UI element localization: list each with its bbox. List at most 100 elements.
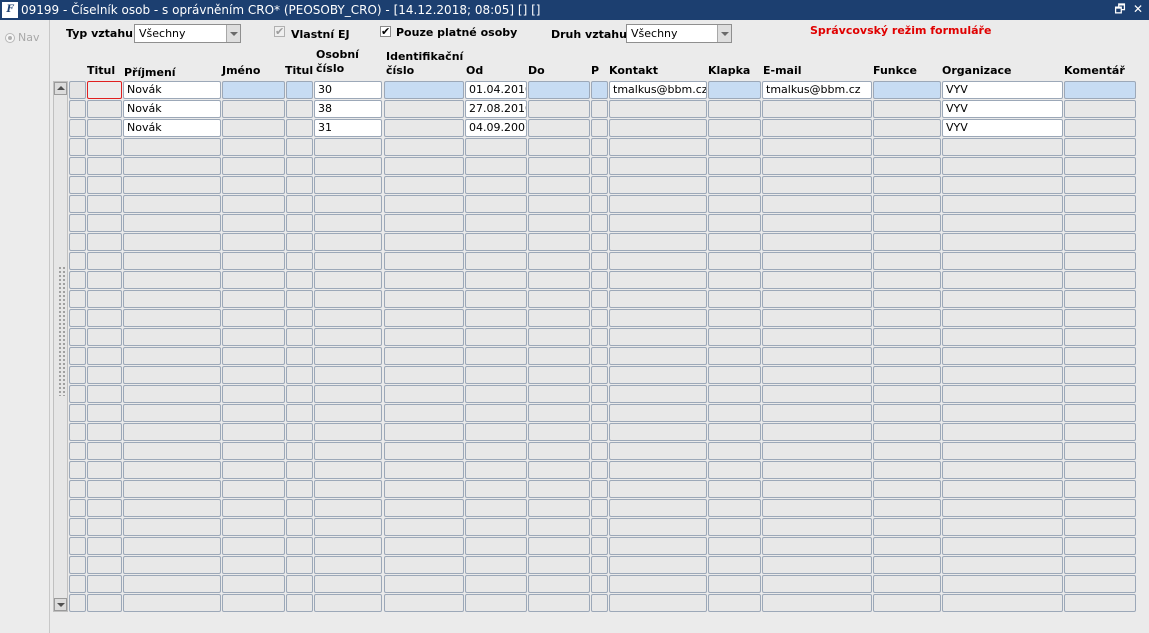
funkce-cell[interactable]	[873, 138, 941, 156]
record-selector[interactable]	[69, 594, 86, 612]
prijmeni-cell[interactable]	[123, 214, 221, 232]
titul-cell[interactable]	[87, 347, 122, 365]
funkce-cell[interactable]	[873, 176, 941, 194]
funkce-cell[interactable]	[873, 233, 941, 251]
titul-cell[interactable]	[87, 366, 122, 384]
identifikacni-cislo-cell[interactable]	[384, 575, 464, 593]
email-cell[interactable]	[762, 575, 872, 593]
osobni-cislo-cell[interactable]	[314, 556, 382, 574]
druh-vztahu-select[interactable]: Všechny	[626, 24, 732, 43]
titul-2-cell[interactable]	[286, 442, 313, 460]
prijmeni-cell[interactable]	[123, 176, 221, 194]
identifikacni-cislo-cell[interactable]	[384, 404, 464, 422]
komentar-cell[interactable]	[1064, 537, 1136, 555]
do-cell[interactable]	[528, 138, 590, 156]
titul-2-cell[interactable]	[286, 119, 313, 137]
funkce-cell[interactable]	[873, 461, 941, 479]
record-selector[interactable]	[69, 157, 86, 175]
table-row[interactable]	[69, 442, 1136, 461]
record-selector[interactable]	[69, 347, 86, 365]
osobni-cislo-cell[interactable]	[314, 461, 382, 479]
nav-radio[interactable]: Nav	[5, 31, 39, 44]
record-selector[interactable]	[69, 309, 86, 327]
klapka-cell[interactable]	[708, 138, 761, 156]
jmeno-cell[interactable]	[222, 214, 285, 232]
kontakt-cell[interactable]	[609, 100, 707, 118]
klapka-cell[interactable]	[708, 100, 761, 118]
p-cell[interactable]	[591, 290, 608, 308]
email-cell[interactable]	[762, 271, 872, 289]
organizace-cell[interactable]	[942, 271, 1063, 289]
p-cell[interactable]	[591, 347, 608, 365]
p-cell[interactable]	[591, 252, 608, 270]
organizace-cell[interactable]	[942, 366, 1063, 384]
identifikacni-cislo-cell[interactable]	[384, 176, 464, 194]
od-cell[interactable]: 27.08.2010	[465, 100, 527, 118]
prijmeni-cell[interactable]	[123, 366, 221, 384]
kontakt-cell[interactable]: tmalkus@bbm.cz	[609, 81, 707, 99]
komentar-cell[interactable]	[1064, 271, 1136, 289]
do-cell[interactable]	[528, 252, 590, 270]
funkce-cell[interactable]	[873, 271, 941, 289]
organizace-cell[interactable]	[942, 404, 1063, 422]
typ-vztahu-select[interactable]: Všechny	[134, 24, 241, 43]
klapka-cell[interactable]	[708, 176, 761, 194]
organizace-cell[interactable]	[942, 461, 1063, 479]
titul-cell[interactable]	[87, 404, 122, 422]
osobni-cislo-cell[interactable]	[314, 499, 382, 517]
jmeno-cell[interactable]	[222, 252, 285, 270]
komentar-cell[interactable]	[1064, 119, 1136, 137]
jmeno-cell[interactable]	[222, 480, 285, 498]
komentar-cell[interactable]	[1064, 347, 1136, 365]
kontakt-cell[interactable]	[609, 556, 707, 574]
p-cell[interactable]	[591, 480, 608, 498]
do-cell[interactable]	[528, 594, 590, 612]
klapka-cell[interactable]	[708, 347, 761, 365]
od-cell[interactable]	[465, 138, 527, 156]
p-cell[interactable]	[591, 575, 608, 593]
klapka-cell[interactable]	[708, 556, 761, 574]
identifikacni-cislo-cell[interactable]	[384, 100, 464, 118]
titul-2-cell[interactable]	[286, 461, 313, 479]
record-selector[interactable]	[69, 499, 86, 517]
titul-2-cell[interactable]	[286, 195, 313, 213]
osobni-cislo-cell[interactable]	[314, 423, 382, 441]
komentar-cell[interactable]	[1064, 499, 1136, 517]
do-cell[interactable]	[528, 537, 590, 555]
od-cell[interactable]	[465, 499, 527, 517]
prijmeni-cell[interactable]	[123, 404, 221, 422]
titul-2-cell[interactable]	[286, 385, 313, 403]
scroll-up-icon[interactable]	[54, 82, 67, 95]
osobni-cislo-cell[interactable]	[314, 176, 382, 194]
osobni-cislo-cell[interactable]: 31	[314, 119, 382, 137]
prijmeni-cell[interactable]	[123, 138, 221, 156]
prijmeni-cell[interactable]	[123, 290, 221, 308]
kontakt-cell[interactable]	[609, 423, 707, 441]
do-cell[interactable]	[528, 575, 590, 593]
kontakt-cell[interactable]	[609, 499, 707, 517]
titul-cell[interactable]	[87, 119, 122, 137]
kontakt-cell[interactable]	[609, 537, 707, 555]
klapka-cell[interactable]	[708, 366, 761, 384]
record-selector[interactable]	[69, 233, 86, 251]
email-cell[interactable]	[762, 366, 872, 384]
jmeno-cell[interactable]	[222, 537, 285, 555]
titul-cell[interactable]	[87, 556, 122, 574]
do-cell[interactable]	[528, 556, 590, 574]
record-selector[interactable]	[69, 81, 86, 99]
titul-cell[interactable]	[87, 309, 122, 327]
table-row[interactable]	[69, 347, 1136, 366]
jmeno-cell[interactable]	[222, 594, 285, 612]
titul-2-cell[interactable]	[286, 252, 313, 270]
identifikacni-cislo-cell[interactable]	[384, 233, 464, 251]
identifikacni-cislo-cell[interactable]	[384, 442, 464, 460]
funkce-cell[interactable]	[873, 404, 941, 422]
od-cell[interactable]	[465, 195, 527, 213]
do-cell[interactable]	[528, 518, 590, 536]
do-cell[interactable]	[528, 157, 590, 175]
table-row[interactable]	[69, 138, 1136, 157]
record-selector[interactable]	[69, 138, 86, 156]
od-cell[interactable]: 04.09.2007	[465, 119, 527, 137]
kontakt-cell[interactable]	[609, 138, 707, 156]
vlastni-ej-checkbox[interactable]: ✔	[274, 26, 285, 37]
